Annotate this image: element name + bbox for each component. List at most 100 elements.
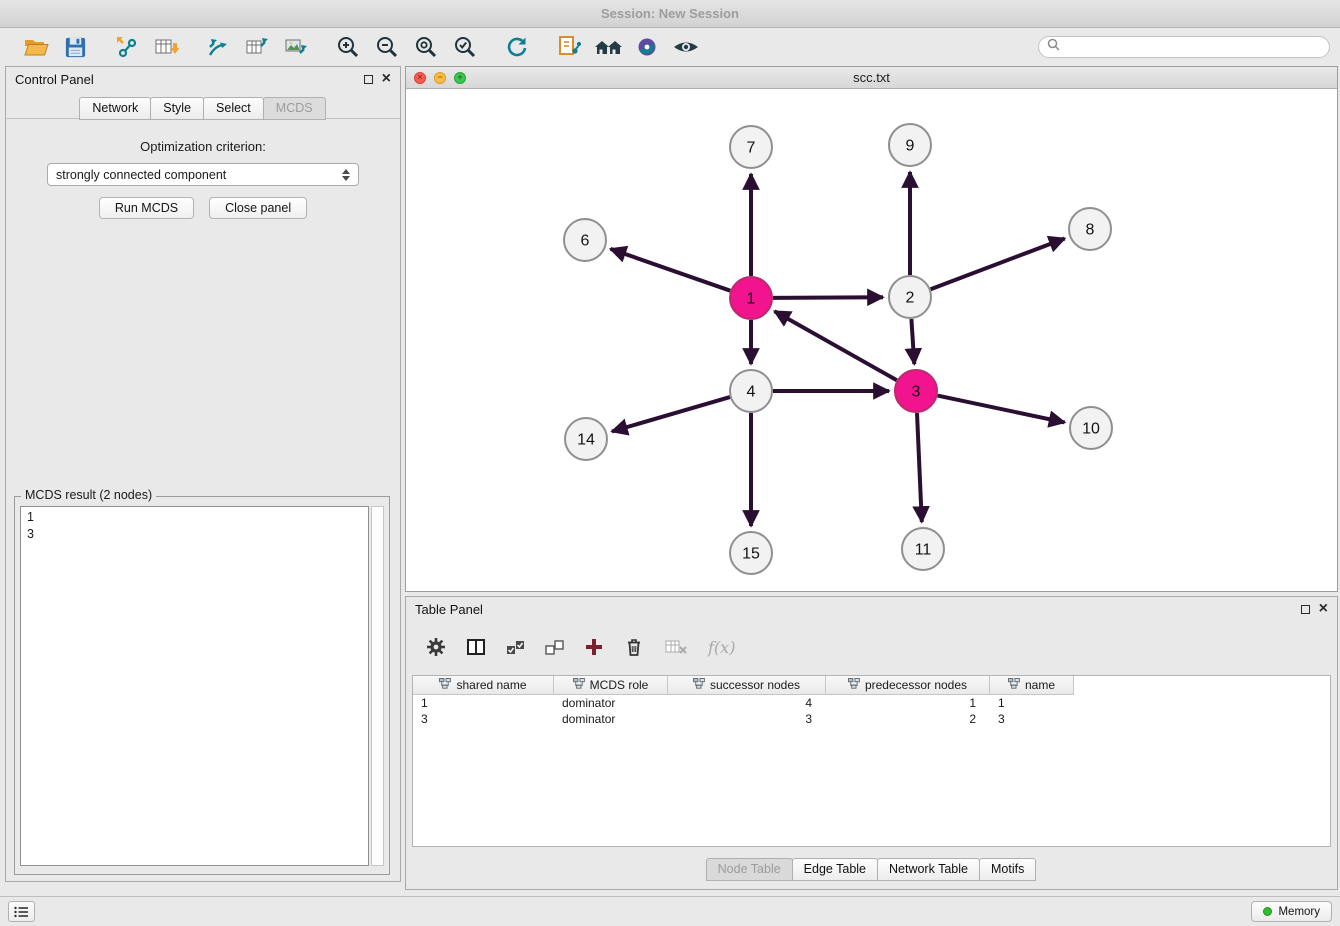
column-header-successor-nodes[interactable]: successor nodes xyxy=(668,676,826,695)
graph-node-2[interactable]: 2 xyxy=(889,276,931,318)
save-session-icon[interactable] xyxy=(60,32,90,62)
delete-column-trash-icon[interactable] xyxy=(624,637,644,657)
float-table-panel-icon[interactable] xyxy=(1301,605,1310,614)
list-icon xyxy=(14,906,29,918)
function-builder-icon: f(x) xyxy=(708,638,735,657)
tab-network-table[interactable]: Network Table xyxy=(877,858,980,881)
graph-edge-3-10[interactable] xyxy=(938,396,1065,423)
table-cell[interactable]: 3 xyxy=(668,712,826,726)
graph-edge-3-1[interactable] xyxy=(775,311,897,380)
tab-edge-table[interactable]: Edge Table xyxy=(792,858,878,881)
eye-icon[interactable] xyxy=(671,32,701,62)
column-header-shared-name[interactable]: shared name xyxy=(413,676,554,695)
memory-button[interactable]: Memory xyxy=(1251,901,1332,922)
graph-edge-3-11[interactable] xyxy=(917,413,922,522)
network-window-titlebar: scc.txt × − + xyxy=(406,67,1337,89)
graph-node-9[interactable]: 9 xyxy=(889,124,931,166)
graph-node-8[interactable]: 8 xyxy=(1069,208,1111,250)
zoom-in-icon[interactable] xyxy=(333,32,363,62)
minimize-window-icon[interactable]: − xyxy=(434,72,446,84)
graph-node-10[interactable]: 10 xyxy=(1070,407,1112,449)
network-window-title: scc.txt xyxy=(406,70,1337,85)
close-window-icon[interactable]: × xyxy=(414,72,426,84)
tab-node-table[interactable]: Node Table xyxy=(706,858,793,881)
tab-mcds[interactable]: MCDS xyxy=(263,97,326,120)
graph-node-3[interactable]: 3 xyxy=(895,370,937,412)
graph-edge-1-2[interactable] xyxy=(773,297,883,298)
import-network-icon[interactable] xyxy=(112,32,142,62)
toolbar-group-refresh xyxy=(491,32,543,62)
status-bar: Memory xyxy=(0,896,1340,926)
table-cell[interactable]: 2 xyxy=(826,712,990,726)
table-cell[interactable]: dominator xyxy=(554,712,668,726)
zoom-out-icon[interactable] xyxy=(372,32,402,62)
close-panel-button[interactable]: Close panel xyxy=(209,197,307,219)
task-history-button[interactable] xyxy=(8,901,35,922)
node-label: 10 xyxy=(1082,421,1100,438)
column-header-predecessor-nodes[interactable]: predecessor nodes xyxy=(826,676,990,695)
search-input[interactable] xyxy=(1064,40,1321,54)
table-panel: Table Panel × xyxy=(405,596,1338,890)
graph-node-4[interactable]: 4 xyxy=(730,370,772,412)
apply-style-icon[interactable] xyxy=(632,32,662,62)
table-cell[interactable]: 1 xyxy=(826,696,990,710)
graph-node-15[interactable]: 15 xyxy=(730,532,772,574)
table-row[interactable]: 3dominator323 xyxy=(413,711,1330,727)
result-scrollbar[interactable] xyxy=(371,506,384,866)
graph-edge-1-6[interactable] xyxy=(611,249,731,291)
graph-node-14[interactable]: 14 xyxy=(565,418,607,460)
zoom-selected-icon[interactable] xyxy=(450,32,480,62)
graph-node-6[interactable]: 6 xyxy=(564,219,606,261)
deselect-all-rows-icon[interactable] xyxy=(545,639,564,656)
home-icon[interactable] xyxy=(593,32,623,62)
graph-node-1[interactable]: 1 xyxy=(730,277,772,319)
table-cell[interactable]: 3 xyxy=(413,712,554,726)
refresh-icon[interactable] xyxy=(502,32,532,62)
table-row[interactable]: 1dominator411 xyxy=(413,695,1330,711)
table-cell[interactable]: dominator xyxy=(554,696,668,710)
float-panel-icon[interactable] xyxy=(364,75,373,84)
graph-node-7[interactable]: 7 xyxy=(730,126,772,168)
toolbar-group-import xyxy=(101,32,192,62)
graph-edge-2-3[interactable] xyxy=(911,319,914,364)
maximize-window-icon[interactable]: + xyxy=(454,72,466,84)
column-header-name[interactable]: name xyxy=(990,676,1074,695)
table-cell[interactable]: 3 xyxy=(990,712,1074,726)
export-table-icon[interactable] xyxy=(242,32,272,62)
table-cell[interactable]: 1 xyxy=(413,696,554,710)
export-network-icon[interactable] xyxy=(203,32,233,62)
add-column-icon[interactable] xyxy=(584,637,604,657)
close-table-panel-icon[interactable]: × xyxy=(1319,604,1328,614)
run-mcds-button[interactable]: Run MCDS xyxy=(99,197,194,219)
graph-edge-2-8[interactable] xyxy=(931,239,1065,290)
optimization-criterion-label: Optimization criterion: xyxy=(6,139,400,154)
column-header-MCDS-role[interactable]: MCDS role xyxy=(554,676,668,695)
main-toolbar xyxy=(0,28,1340,66)
open-file-icon[interactable] xyxy=(21,32,51,62)
tab-style[interactable]: Style xyxy=(150,97,204,120)
network-canvas[interactable]: 7 9 6 8 1 2 4 3 14 10 15 11 xyxy=(406,89,1337,591)
table-cell[interactable]: 1 xyxy=(990,696,1074,710)
table-settings-gear-icon[interactable] xyxy=(426,637,446,657)
close-panel-icon[interactable]: × xyxy=(382,74,391,84)
graph-node-11[interactable]: 11 xyxy=(902,528,944,570)
zoom-fit-icon[interactable] xyxy=(411,32,441,62)
control-panel-header: Control Panel × xyxy=(6,67,400,91)
control-panel: Control Panel × NetworkStyleSelectMCDS O… xyxy=(5,66,401,882)
node-label: 1 xyxy=(747,291,756,308)
toolbar-group-export xyxy=(192,32,322,62)
criterion-dropdown[interactable]: strongly connected component xyxy=(47,163,359,186)
graph-edge-4-14[interactable] xyxy=(612,397,730,431)
import-table-icon[interactable] xyxy=(151,32,181,62)
select-all-rows-icon[interactable] xyxy=(506,639,525,656)
export-image-icon[interactable] xyxy=(281,32,311,62)
table-cell[interactable]: 4 xyxy=(668,696,826,710)
tab-select[interactable]: Select xyxy=(203,97,264,120)
tab-motifs[interactable]: Motifs xyxy=(979,858,1036,881)
search-box[interactable] xyxy=(1038,36,1330,58)
network-view-window: scc.txt × − + 7 9 6 8 1 2 4 3 14 10 15 11 xyxy=(405,66,1338,592)
network-graph[interactable]: 7 9 6 8 1 2 4 3 14 10 15 11 xyxy=(406,89,1337,591)
show-columns-icon[interactable] xyxy=(466,637,486,657)
clone-network-icon[interactable] xyxy=(554,32,584,62)
tab-network[interactable]: Network xyxy=(79,97,151,120)
